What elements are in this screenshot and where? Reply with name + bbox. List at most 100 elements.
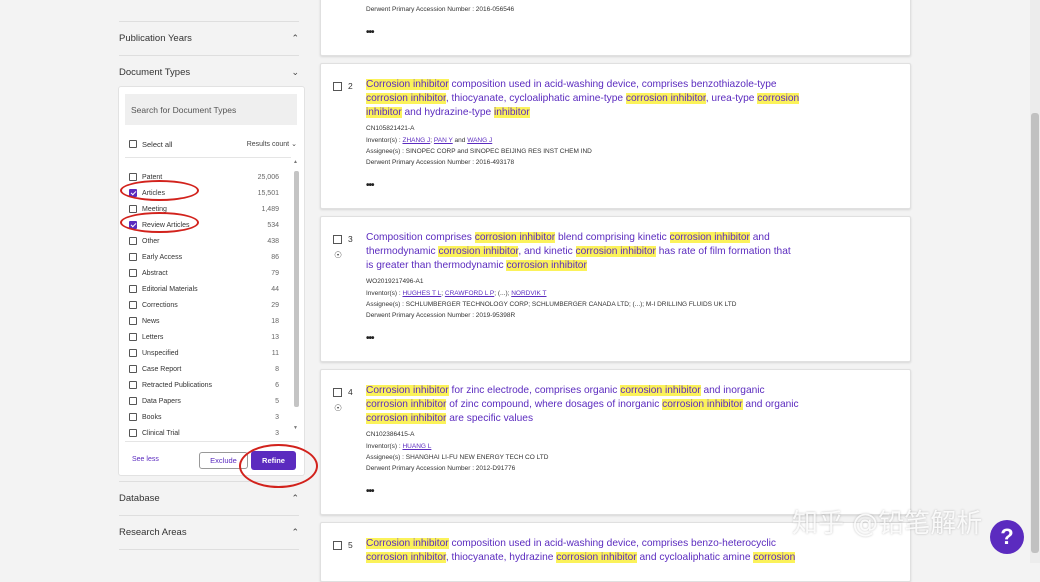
assignees: Assignee(s) : SHANGHAI LI-FU NEW ENERGY … xyxy=(366,454,549,461)
document-type-checkbox[interactable] xyxy=(129,237,137,245)
scroll-down-icon[interactable]: ▼ xyxy=(293,425,298,431)
document-types-search-input[interactable] xyxy=(125,94,297,125)
search-term-highlight: corrosion xyxy=(757,92,800,104)
document-type-label: Articles xyxy=(142,189,165,197)
page-scrollbar[interactable] xyxy=(1030,0,1040,563)
search-term-highlight: corrosion inhibitor xyxy=(366,398,447,410)
record-title-link[interactable]: Corrosion inhibitor for zinc electrode, … xyxy=(366,384,826,425)
title-text: and hydrazine-type xyxy=(401,106,494,118)
document-type-checkbox[interactable] xyxy=(129,221,137,229)
document-type-option[interactable]: Clinical Trial 3 xyxy=(129,425,279,441)
document-type-checkbox[interactable] xyxy=(129,253,137,261)
record-number: 3 xyxy=(348,234,353,244)
document-type-checkbox[interactable] xyxy=(129,397,137,405)
inventors-label: Inventor(s) : xyxy=(366,443,403,450)
document-type-option[interactable]: Patent 25,006 xyxy=(129,169,279,185)
document-type-checkbox[interactable] xyxy=(129,189,137,197)
document-type-option[interactable]: Retracted Publications 6 xyxy=(129,377,279,393)
inventor-link[interactable]: HUANG L xyxy=(402,443,431,450)
select-all-checkbox[interactable] xyxy=(129,140,137,148)
watermark: 知乎 @铅笔解析 xyxy=(792,509,983,539)
document-type-option[interactable]: Articles 15,501 xyxy=(129,185,279,201)
divider xyxy=(119,55,299,56)
document-type-checkbox[interactable] xyxy=(129,301,137,309)
document-type-count: 18 xyxy=(271,317,279,325)
document-type-checkbox[interactable] xyxy=(129,269,137,277)
document-types-scrollbar[interactable]: ▲ ▼ xyxy=(293,159,299,435)
inventor-link[interactable]: PAN Y xyxy=(434,137,453,144)
record-id: CN102386415-A xyxy=(366,431,415,438)
document-type-checkbox[interactable] xyxy=(129,365,137,373)
see-less-link[interactable]: See less xyxy=(132,456,159,463)
refine-button[interactable]: Refine xyxy=(251,451,296,470)
document-type-option[interactable]: Review Articles 534 xyxy=(129,217,279,233)
filter-research-areas[interactable]: Research Areas ⌃ xyxy=(119,523,299,541)
document-type-count: 44 xyxy=(271,285,279,293)
document-type-checkbox[interactable] xyxy=(129,205,137,213)
help-icon[interactable]: ? xyxy=(990,520,1024,554)
record-checkbox[interactable] xyxy=(333,388,342,397)
exclude-button[interactable]: Exclude xyxy=(199,452,248,469)
document-type-option[interactable]: Letters 13 xyxy=(129,329,279,345)
inventors-label: Inventor(s) : xyxy=(366,137,403,144)
document-type-option[interactable]: Case Report 8 xyxy=(129,361,279,377)
document-type-checkbox[interactable] xyxy=(129,349,137,357)
document-type-label: Letters xyxy=(142,333,164,341)
document-type-label: Data Papers xyxy=(142,397,181,405)
document-type-checkbox[interactable] xyxy=(129,317,137,325)
inventor-link[interactable]: ZHANG J xyxy=(402,137,430,144)
title-text: of zinc compound, where dosages of inorg… xyxy=(446,398,663,410)
results-count-sort[interactable]: Results count ⌄ xyxy=(247,140,297,149)
scroll-thumb[interactable] xyxy=(294,171,299,407)
inventor-separator: (...); xyxy=(496,290,512,297)
record-checkbox[interactable] xyxy=(333,82,342,91)
results-list: Derwent Primary Accession Number : 2016-… xyxy=(320,0,911,582)
document-type-count: 5 xyxy=(275,397,279,405)
inventor-link[interactable]: CRAWFORD L P xyxy=(445,290,494,297)
record-title-link[interactable]: Corrosion inhibitor composition used in … xyxy=(366,78,826,119)
more-options-icon[interactable]: ••• xyxy=(366,180,374,191)
record-checkbox[interactable] xyxy=(333,541,342,550)
record-title-link[interactable]: Corrosion inhibitor composition used in … xyxy=(366,537,826,565)
document-type-option[interactable]: Data Papers 5 xyxy=(129,393,279,409)
scroll-thumb[interactable] xyxy=(1031,113,1039,553)
document-type-option[interactable]: Early Access 86 xyxy=(129,249,279,265)
inventor-link[interactable]: HUGHES T L xyxy=(402,290,441,297)
chevron-down-icon: ⌄ xyxy=(291,141,297,148)
document-type-option[interactable]: Unspecified 11 xyxy=(129,345,279,361)
title-text: has rate of film formation that xyxy=(655,245,791,257)
select-all-label[interactable]: Select all xyxy=(142,140,172,149)
record-checkbox[interactable] xyxy=(333,235,342,244)
search-term-highlight: corrosion inhibitor xyxy=(366,551,446,563)
document-type-option[interactable]: Editorial Materials 44 xyxy=(129,281,279,297)
more-options-icon[interactable]: ••• xyxy=(366,27,374,38)
document-type-label: Review Articles xyxy=(142,221,190,229)
title-text: are specific values xyxy=(446,412,534,424)
record-title-link[interactable]: Composition comprises corrosion inhibito… xyxy=(366,231,826,272)
document-type-option[interactable]: Corrections 29 xyxy=(129,297,279,313)
document-type-checkbox[interactable] xyxy=(129,413,137,421)
search-term-highlight: corrosion inhibitor xyxy=(366,412,447,424)
inventor-link[interactable]: WANG J xyxy=(467,137,492,144)
filter-document-types[interactable]: Document Types ⌄ xyxy=(119,63,299,81)
document-type-option[interactable]: Other 438 xyxy=(129,233,279,249)
more-options-icon[interactable]: ••• xyxy=(366,333,374,344)
filter-database[interactable]: Database ⌃ xyxy=(119,489,299,507)
document-type-checkbox[interactable] xyxy=(129,333,137,341)
inventors: Inventor(s) : ZHANG J; PAN Y and WANG J xyxy=(366,137,493,144)
document-type-option[interactable]: Abstract 79 xyxy=(129,265,279,281)
document-type-checkbox[interactable] xyxy=(129,429,137,437)
document-type-option[interactable]: Meeting 1,489 xyxy=(129,201,279,217)
document-type-checkbox[interactable] xyxy=(129,173,137,181)
document-type-label: Unspecified xyxy=(142,349,179,357)
document-type-option[interactable]: News 18 xyxy=(129,313,279,329)
more-options-icon[interactable]: ••• xyxy=(366,486,374,497)
document-type-checkbox[interactable] xyxy=(129,381,137,389)
result-card: 4 ☉ Corrosion inhibitor for zinc electro… xyxy=(320,369,911,515)
inventors: Inventor(s) : HUANG L xyxy=(366,443,431,450)
filter-publication-years[interactable]: Publication Years ⌃ xyxy=(119,29,299,47)
scroll-up-icon[interactable]: ▲ xyxy=(293,159,298,165)
document-type-option[interactable]: Books 3 xyxy=(129,409,279,425)
inventor-link[interactable]: NORDVIK T xyxy=(511,290,546,297)
document-type-checkbox[interactable] xyxy=(129,285,137,293)
